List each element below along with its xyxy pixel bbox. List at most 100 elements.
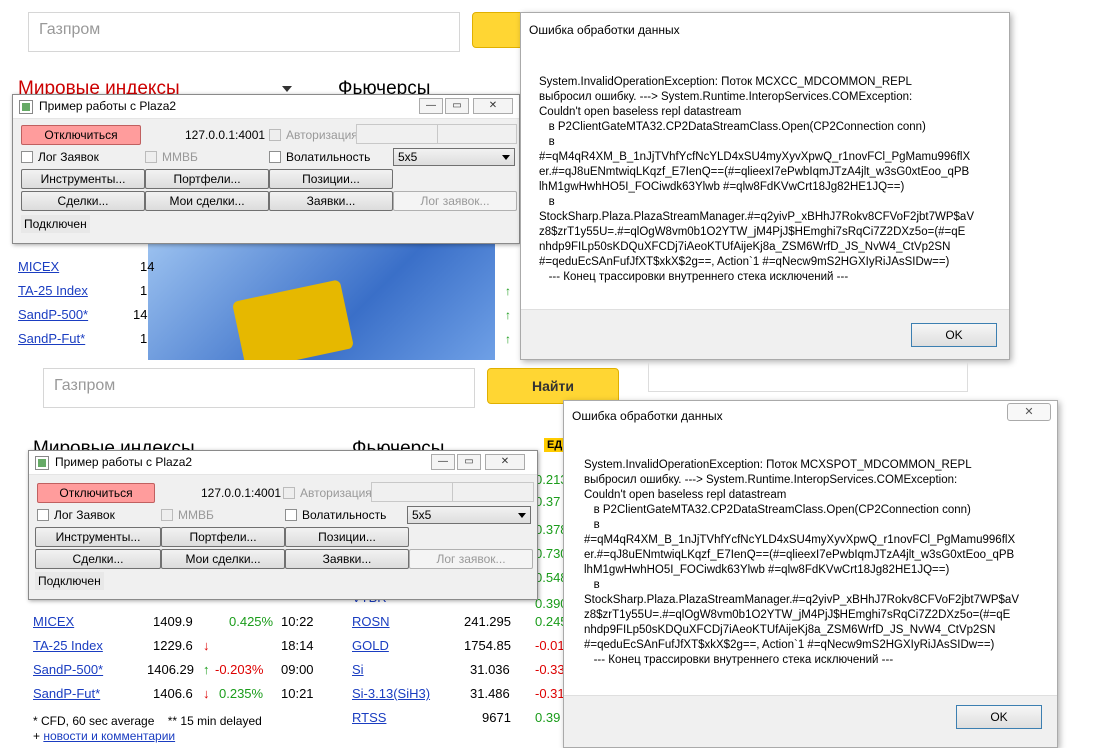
password-field[interactable] xyxy=(452,482,534,502)
futures-value: 31.486 xyxy=(470,686,510,701)
window-title: Пример работы с Plaza2 xyxy=(55,455,193,469)
positions-button[interactable]: Позиции... xyxy=(285,527,409,547)
volatility-checkbox[interactable]: Волатильность xyxy=(285,508,386,524)
arrow-up-icon: ↑ xyxy=(505,332,511,346)
index-link[interactable]: SandP-500* xyxy=(33,662,103,677)
futures-link[interactable]: RTSS xyxy=(352,710,386,725)
index-value: 1229.6 xyxy=(153,638,193,653)
index-link[interactable]: MICEX xyxy=(18,259,59,274)
list-item[interactable]: SandP-Fut* xyxy=(18,328,85,350)
index-link[interactable]: SandP-Fut* xyxy=(18,331,85,346)
index-link[interactable]: TA-25 Index xyxy=(18,283,88,298)
chevron-down-icon xyxy=(518,513,526,518)
arrow-up-icon: ↑ xyxy=(505,308,511,322)
error-dialog-bottom: Ошибка обработки данных ✕ System.Invalid… xyxy=(563,400,1058,748)
auth-checkbox[interactable]: Авторизация xyxy=(283,486,372,502)
mmvb-checkbox[interactable]: ММВБ xyxy=(161,508,214,524)
grid-size-select[interactable]: 5x5 xyxy=(393,148,515,166)
status-label: Подключен xyxy=(21,215,90,233)
log-orders-checkbox[interactable]: Лог Заявок xyxy=(21,150,99,166)
address-label: 127.0.0.1:4001 xyxy=(185,128,266,142)
ok-button[interactable]: OK xyxy=(956,705,1042,729)
close-button[interactable]: ✕ xyxy=(473,98,513,114)
positions-button[interactable]: Позиции... xyxy=(269,169,393,189)
portfolios-button[interactable]: Портфели... xyxy=(145,169,269,189)
mmvb-label: ММВБ xyxy=(178,508,214,522)
index-time: 10:21 xyxy=(281,686,314,701)
title-bar[interactable]: Пример работы с Plaza2 — ▭ ✕ xyxy=(29,451,537,475)
error-dialog-top: Ошибка обработки данных System.InvalidOp… xyxy=(520,12,1010,360)
index-link[interactable]: SandP-500* xyxy=(18,307,88,322)
address-label: 127.0.0.1:4001 xyxy=(201,486,282,500)
maximize-button[interactable]: ▭ xyxy=(445,98,469,114)
futures-change: -0.01 xyxy=(535,638,565,653)
folder-icon xyxy=(231,279,355,360)
futures-link[interactable]: ROSN xyxy=(352,614,390,629)
instruments-button[interactable]: Инструменты... xyxy=(21,169,145,189)
auth-label: Авторизация xyxy=(300,486,372,500)
futures-link[interactable]: GOLD xyxy=(352,638,389,653)
futures-change: -0.31 xyxy=(535,686,565,701)
dialog-title: Ошибка обработки данных xyxy=(572,409,723,423)
auth-checkbox[interactable]: Авторизация xyxy=(269,128,358,144)
futures-change: 0.39 xyxy=(535,710,561,725)
trades-button[interactable]: Сделки... xyxy=(35,549,161,569)
list-item[interactable]: MICEX xyxy=(18,256,59,278)
arrow-up-icon: ↑ xyxy=(505,284,511,298)
index-link[interactable]: MICEX xyxy=(33,614,74,629)
volatility-label: Волатильность xyxy=(286,150,371,164)
instruments-button[interactable]: Инструменты... xyxy=(35,527,161,547)
ok-button[interactable]: OK xyxy=(911,323,997,347)
index-value: 14 xyxy=(133,307,148,322)
list-item[interactable]: SandP-500* xyxy=(18,304,88,326)
volatility-checkbox[interactable]: Волатильность xyxy=(269,150,370,166)
password-field[interactable] xyxy=(437,124,517,144)
index-value: 1406.6 xyxy=(153,686,193,701)
mmvb-label: ММВБ xyxy=(162,150,198,164)
list-item[interactable]: TA-25 Index xyxy=(18,280,88,302)
my-trades-button[interactable]: Мои сделки... xyxy=(161,549,285,569)
index-change: 0.235% xyxy=(219,686,264,701)
order-log-button[interactable]: Лог заявок... xyxy=(393,191,517,211)
search-input[interactable]: Газпром xyxy=(28,12,460,52)
futures-link[interactable]: Si-3.13(SiH3) xyxy=(352,686,430,701)
trades-button[interactable]: Сделки... xyxy=(21,191,145,211)
maximize-button[interactable]: ▭ xyxy=(457,454,481,470)
index-value: 14 xyxy=(140,259,155,274)
change-cell: 0.37 xyxy=(535,494,561,509)
index-time: 18:14 xyxy=(281,638,314,653)
arrow-down-icon: ↓ xyxy=(203,638,210,653)
news-link[interactable]: новости и комментарии xyxy=(43,729,175,743)
news-link-row: + новости и комментарии xyxy=(33,729,176,743)
portfolios-button[interactable]: Портфели... xyxy=(161,527,285,547)
index-table: MICEX 1409.9 0.425% 10:22 TA-25 Index 12… xyxy=(33,614,323,724)
index-link[interactable]: SandP-Fut* xyxy=(33,686,100,701)
grid-size-select[interactable]: 5x5 xyxy=(407,506,531,524)
chevron-down-icon[interactable] xyxy=(282,86,292,92)
mmvb-checkbox[interactable]: ММВБ xyxy=(145,150,198,166)
order-log-button[interactable]: Лог заявок... xyxy=(409,549,533,569)
my-trades-button[interactable]: Мои сделки... xyxy=(145,191,269,211)
title-bar[interactable]: Пример работы с Plaza2 — ▭ ✕ xyxy=(13,95,519,119)
find-button[interactable]: Найти xyxy=(487,368,619,404)
status-label: Подключен xyxy=(35,572,104,590)
disconnect-button[interactable]: Отключиться xyxy=(37,483,155,503)
search-input[interactable]: Газпром xyxy=(43,368,475,408)
background-picture xyxy=(148,240,495,360)
minimize-button[interactable]: — xyxy=(419,98,443,114)
log-orders-checkbox[interactable]: Лог Заявок xyxy=(37,508,115,524)
footnote: * CFD, 60 sec average ** 15 min delayed xyxy=(33,714,262,728)
app-icon xyxy=(35,456,49,470)
orders-button[interactable]: Заявки... xyxy=(285,549,409,569)
minimize-button[interactable]: — xyxy=(431,454,455,470)
auth-label: Авторизация xyxy=(286,128,358,142)
futures-value: 1754.85 xyxy=(464,638,511,653)
close-button[interactable]: ✕ xyxy=(485,454,525,470)
login-field[interactable] xyxy=(371,482,453,502)
orders-button[interactable]: Заявки... xyxy=(269,191,393,211)
login-field[interactable] xyxy=(356,124,438,144)
disconnect-button[interactable]: Отключиться xyxy=(21,125,141,145)
close-button[interactable]: ✕ xyxy=(1007,403,1051,421)
index-link[interactable]: TA-25 Index xyxy=(33,638,103,653)
futures-link[interactable]: Si xyxy=(352,662,364,677)
